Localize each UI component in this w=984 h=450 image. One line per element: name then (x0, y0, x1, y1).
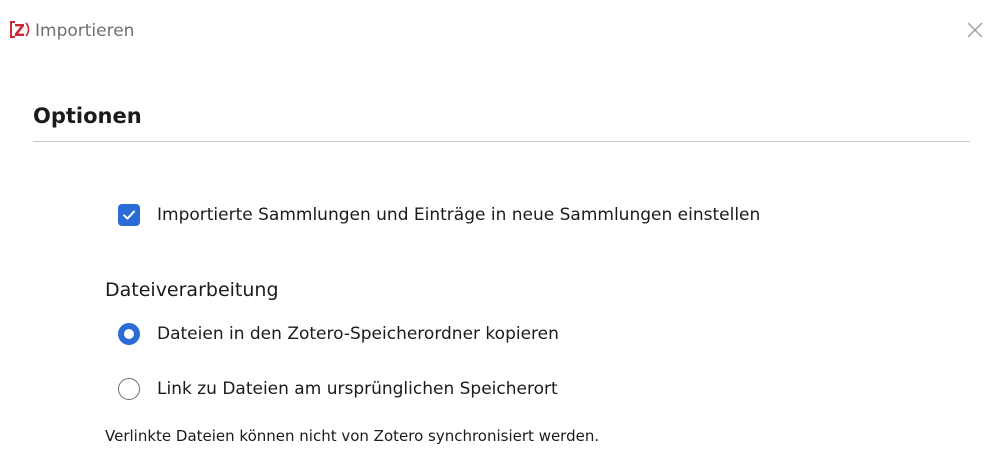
options-heading: Optionen (33, 104, 142, 128)
checkbox-checked-icon[interactable] (118, 204, 140, 226)
radio-unselected-icon[interactable] (118, 378, 140, 400)
radio-link-files-label: Link zu Dateien am ursprünglichen Speich… (157, 379, 558, 399)
close-button[interactable] (964, 18, 984, 42)
title-bar: Importieren (0, 0, 984, 62)
radio-copy-files-label: Dateien in den Zotero-Speicherordner kop… (157, 324, 559, 344)
close-icon (967, 22, 983, 38)
import-dialog: Importieren Optionen Importierte Sammlun… (0, 0, 984, 450)
create-collection-checkbox[interactable]: Importierte Sammlungen und Einträge in n… (118, 202, 760, 228)
divider (33, 141, 970, 142)
zotero-logo-icon (9, 20, 30, 39)
file-handling-heading: Dateiverarbeitung (105, 279, 279, 301)
create-collection-label: Importierte Sammlungen und Einträge in n… (157, 205, 761, 225)
linked-files-note: Verlinkte Dateien können nicht von Zoter… (105, 427, 600, 445)
radio-copy-files[interactable]: Dateien in den Zotero-Speicherordner kop… (118, 321, 559, 347)
window-title: Importieren (35, 21, 135, 41)
radio-selected-icon[interactable] (118, 323, 140, 345)
radio-link-files[interactable]: Link zu Dateien am ursprünglichen Speich… (118, 376, 558, 402)
